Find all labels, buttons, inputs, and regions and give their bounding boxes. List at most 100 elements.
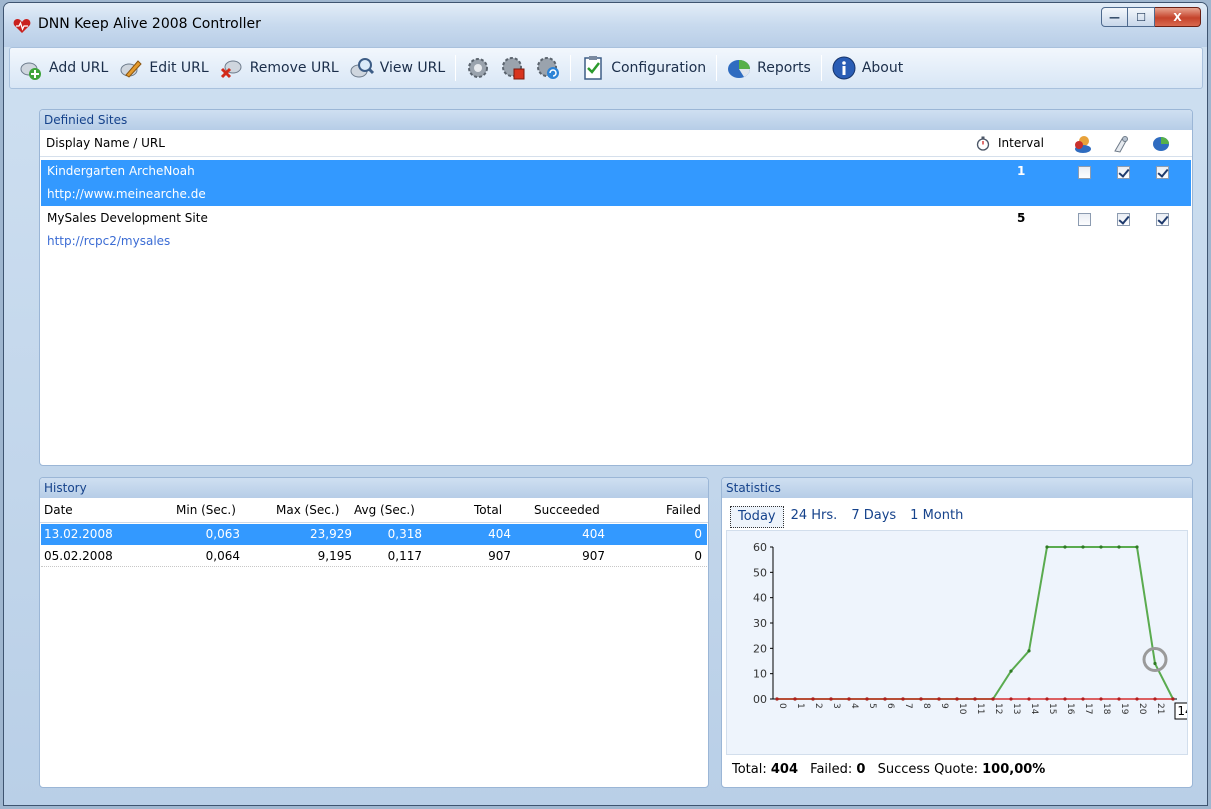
total-label: Total: [732,762,767,777]
history-avg: 0,318 [387,527,422,541]
site-url[interactable]: http://www.meinearche.de [47,187,206,201]
col-failed[interactable]: Failed [666,503,701,517]
statistics-title: Statistics [722,478,1192,498]
history-panel: History Date Min (Sec.) Max (Sec.) Avg (… [39,477,709,788]
data-point [919,697,923,701]
site-check-2[interactable] [1117,213,1130,226]
site-check-2[interactable] [1117,166,1130,179]
success-quote-label: Success Quote: [877,762,978,777]
close-button[interactable]: X [1155,7,1201,27]
reports-button[interactable]: Reports [726,55,811,81]
restart-service-icon[interactable] [535,55,561,81]
maximize-button[interactable]: ☐ [1128,7,1155,27]
history-row[interactable]: 13.02.2008 0,063 23,929 0,318 404 404 0 [41,524,707,545]
heart-app-icon [13,19,31,33]
data-point [973,697,977,701]
history-title: History [40,478,708,498]
view-url-button[interactable]: View URL [349,55,445,81]
col-date[interactable]: Date [44,503,73,517]
site-check-3[interactable] [1156,166,1169,179]
data-point [775,697,779,701]
col-max[interactable]: Max (Sec.) [276,503,339,517]
data-point [901,697,905,701]
data-point [955,697,959,701]
col-avg[interactable]: Avg (Sec.) [354,503,415,517]
col-display-name[interactable]: Display Name / URL [46,136,165,150]
remove-url-button[interactable]: Remove URL [219,55,339,81]
y-tick-label: 60 [753,541,767,554]
close-icon: X [1173,10,1182,24]
data-point [847,697,851,701]
y-tick-label: 00 [753,693,767,706]
col-interval[interactable]: Interval [998,136,1044,150]
series-line [777,546,1174,700]
report-pie-icon [1153,137,1169,151]
data-point [937,697,941,701]
about-label: About [861,60,904,76]
tooltip-value: 14 [1177,704,1187,718]
data-point [1153,697,1157,701]
window-title: DNN Keep Alive 2008 Controller [38,16,261,32]
col-succeeded[interactable]: Succeeded [534,503,600,517]
x-tick-label: 21 [1155,703,1165,714]
configuration-icon [584,56,602,80]
x-tick-label: 3 [831,703,841,709]
y-tick-label: 20 [753,642,767,655]
site-check-3[interactable] [1156,213,1169,226]
x-tick-label: 11 [975,703,985,714]
site-interval: 1 [1017,164,1026,178]
data-point [1117,545,1121,549]
history-max: 23,929 [310,527,352,541]
toolbar: Add URL Edit URL Remove URL View URL Con… [9,47,1203,89]
site-check-1[interactable] [1078,213,1091,226]
history-total: 907 [488,549,511,563]
tab-today[interactable]: Today [730,506,784,528]
configuration-button[interactable]: Configuration [580,55,706,81]
statistics-panel: Statistics Today 24 Hrs. 7 Days 1 Month … [721,477,1196,788]
site-row[interactable]: Kindergarten ArcheNoah http://www.meinea… [41,160,1191,206]
history-max: 9,195 [317,549,352,563]
tab-24hrs[interactable]: 24 Hrs. [784,506,845,528]
x-tick-label: 5 [867,703,877,709]
history-row[interactable]: 05.02.2008 0,064 9,195 0,117 907 907 0 [41,546,707,567]
history-date: 05.02.2008 [44,549,113,563]
site-interval: 5 [1017,211,1026,225]
stopwatch-icon [976,136,990,151]
remove-url-label: Remove URL [249,60,339,76]
start-service-icon[interactable] [465,55,491,81]
edit-url-button[interactable]: Edit URL [118,55,209,81]
minimize-button[interactable]: — [1101,7,1128,27]
about-button[interactable]: About [831,55,903,81]
stop-service-icon[interactable] [500,55,526,81]
history-column-header: Date Min (Sec.) Max (Sec.) Avg (Sec.) To… [40,500,708,523]
history-succeeded: 404 [582,527,605,541]
failed-label: Failed: [810,762,853,777]
view-url-label: View URL [379,60,446,76]
maximize-icon: ☐ [1136,10,1146,24]
history-min: 0,064 [205,549,240,563]
data-point [1063,545,1067,549]
defined-sites-panel: Definied Sites Display Name / URL Interv… [39,109,1193,466]
toolbar-separator [455,55,457,81]
data-point [1135,697,1139,701]
x-tick-label: 13 [1011,703,1021,714]
site-row[interactable]: MySales Development Site http://rcpc2/my… [41,207,1191,253]
x-tick-label: 14 [1029,703,1039,715]
history-succeeded: 907 [582,549,605,563]
x-tick-label: 19 [1119,703,1129,715]
tab-1month[interactable]: 1 Month [903,506,970,528]
col-total[interactable]: Total [474,503,502,517]
data-point [865,697,869,701]
add-url-button[interactable]: Add URL [18,55,108,81]
x-tick-label: 1 [795,703,805,709]
title-bar[interactable]: DNN Keep Alive 2008 Controller — ☐ X [4,3,1207,47]
site-url[interactable]: http://rcpc2/mysales [47,234,170,248]
data-point [1045,545,1049,549]
remove-url-icon [220,60,242,79]
site-check-1[interactable] [1078,166,1091,179]
toolbar-separator [570,55,572,81]
tab-7days[interactable]: 7 Days [844,506,903,528]
col-min[interactable]: Min (Sec.) [176,503,236,517]
y-tick-label: 50 [753,566,767,579]
success-quote-value: 100,00% [982,762,1046,777]
